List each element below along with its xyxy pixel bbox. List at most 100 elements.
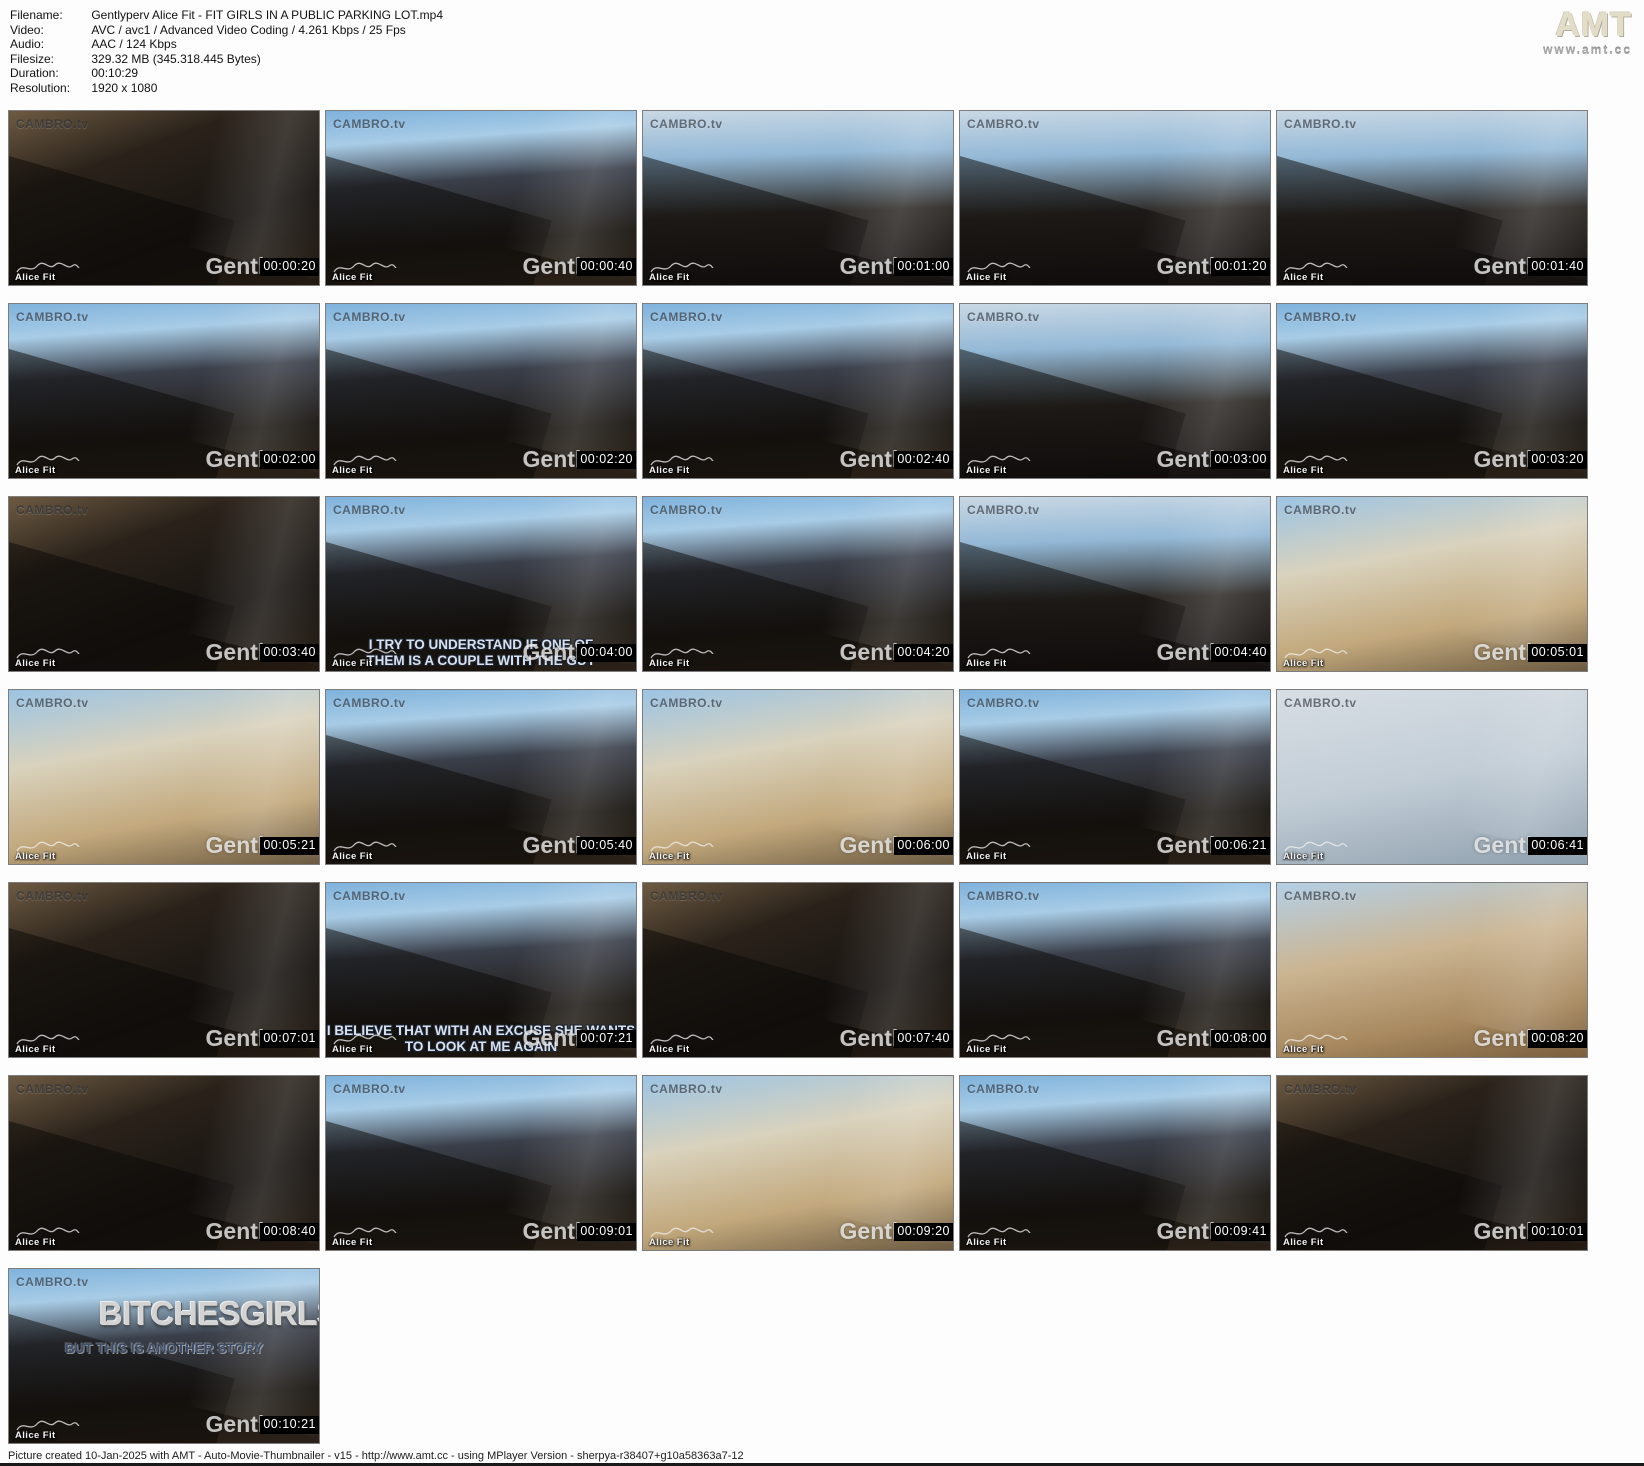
metadata-row: Filename: Gentlyperv Alice Fit - FIT GIR… [10,8,443,23]
signature: Alice Fit [649,1226,715,1248]
video-thumbnail: CAMBRO.tv Alice Fit Gentl 00:09:41 [959,1075,1271,1251]
site-banner: BITCHESGIRLS.COM [99,1295,320,1333]
channel-watermark: Gentl [1157,641,1216,664]
channel-watermark: Gentl [206,1413,265,1436]
channel-watermark: Gentl [840,641,899,664]
watermark-timestamp-row: Gentl 00:10:21 [206,1413,319,1436]
video-thumbnail: CAMBRO.tv Alice Fit Gentl 00:03:00 [959,303,1271,479]
signature: Alice Fit [966,1226,1032,1248]
amt-logo-title: AMT [1543,8,1632,42]
video-thumbnail: CAMBRO.tv Alice Fit Gentl 00:09:01 [325,1075,637,1251]
timestamp-badge: 00:01:00 [894,258,953,276]
signature-scribble-icon [332,454,398,468]
timestamp-badge: 00:04:00 [577,644,636,662]
signature: Alice Fit [332,261,398,283]
timestamp-badge: 00:07:40 [894,1030,953,1048]
video-thumbnail: CAMBRO.tv Alice Fit Gentl 00:08:20 [1276,882,1588,1058]
subtitle-line: BUT THIS IS ANOTHER STORY [9,1341,319,1357]
signature: Alice Fit [966,454,1032,476]
signature-scribble-icon [966,1033,1032,1047]
signature-scribble-icon [1283,454,1349,468]
channel-watermark: Gentl [1474,641,1533,664]
signature-scribble-icon [15,647,81,661]
channel-watermark: Gentl [840,448,899,471]
timestamp-badge: 00:09:01 [577,1223,636,1241]
signature: Alice Fit [15,1033,81,1055]
channel-watermark: Gentl [523,448,582,471]
signature-scribble-icon [1283,261,1349,275]
thumbnail-grid: CAMBRO.tv Alice Fit Gentl 00:00:20 CAMBR… [8,110,1588,1444]
site-watermark: CAMBRO.tv [16,1275,89,1289]
channel-watermark: Gentl [523,641,582,664]
signature: Alice Fit [649,261,715,283]
timestamp-badge: 00:03:20 [1528,451,1587,469]
subtitle-text: BUT THIS IS ANOTHER STORY [9,1341,319,1357]
footer-credit: Picture created 10-Jan-2025 with AMT - A… [8,1450,744,1462]
video-thumbnail: CAMBRO.tv Alice Fit Gentl 00:02:20 [325,303,637,479]
metadata-row: Filesize: 329.32 MB (345.318.445 Bytes) [10,52,443,67]
filesize-value: 329.32 MB (345.318.445 Bytes) [91,52,260,67]
signature: Alice Fit [332,454,398,476]
signature-scribble-icon [649,647,715,661]
signature: Alice Fit [15,840,81,862]
watermark-timestamp-row: Gentl 00:00:40 [523,255,636,278]
channel-watermark: Gentl [1157,1027,1216,1050]
timestamp-badge: 00:05:40 [577,837,636,855]
channel-watermark: Gentl [523,255,582,278]
signature: Alice Fit [332,647,398,669]
signature: Alice Fit [15,647,81,669]
site-watermark: CAMBRO.tv [333,696,406,710]
video-thumbnail: CAMBRO.tv Alice Fit Gentl 00:06:00 [642,689,954,865]
timestamp-badge: 00:06:00 [894,837,953,855]
signature-scribble-icon [1283,647,1349,661]
signature: Alice Fit [1283,840,1349,862]
site-watermark: CAMBRO.tv [1284,117,1357,131]
watermark-timestamp-row: Gentl 00:01:40 [1474,255,1587,278]
site-watermark: CAMBRO.tv [16,117,89,131]
timestamp-badge: 00:04:40 [1211,644,1270,662]
watermark-timestamp-row: Gentl 00:03:40 [206,641,319,664]
signature-scribble-icon [15,1419,81,1433]
signature-scribble-icon [649,1226,715,1240]
signature-scribble-icon [966,454,1032,468]
watermark-timestamp-row: Gentl 00:02:40 [840,448,953,471]
metadata-label: Duration: [10,66,88,81]
signature-scribble-icon [15,1226,81,1240]
channel-watermark: Gentl [1157,255,1216,278]
timestamp-badge: 00:02:20 [577,451,636,469]
video-thumbnail: CAMBRO.tv Alice Fit Gentl 00:01:40 [1276,110,1588,286]
channel-watermark: Gentl [1474,448,1533,471]
video-thumbnail: CAMBRO.tv Alice Fit Gentl 00:02:40 [642,303,954,479]
channel-watermark: Gentl [523,834,582,857]
signature-scribble-icon [966,840,1032,854]
signature-scribble-icon [966,647,1032,661]
site-watermark: CAMBRO.tv [650,310,723,324]
channel-watermark: Gentl [206,1220,265,1243]
channel-watermark: Gentl [206,1027,265,1050]
video-thumbnail: CAMBRO.tv Alice Fit Gentl 00:09:20 [642,1075,954,1251]
site-watermark: CAMBRO.tv [650,1082,723,1096]
signature-scribble-icon [1283,1226,1349,1240]
channel-watermark: Gentl [1474,255,1533,278]
signature: Alice Fit [1283,1226,1349,1248]
timestamp-badge: 00:09:20 [894,1223,953,1241]
channel-watermark: Gentl [840,255,899,278]
watermark-timestamp-row: Gentl 00:01:20 [1157,255,1270,278]
watermark-timestamp-row: Gentl 00:04:40 [1157,641,1270,664]
site-watermark: CAMBRO.tv [333,310,406,324]
video-thumbnail: CAMBRO.tv Alice Fit Gentl 00:05:21 [8,689,320,865]
amt-logo-url: www.amt.cc [1543,44,1632,56]
channel-watermark: Gentl [1157,1220,1216,1243]
channel-watermark: Gentl [1474,1027,1533,1050]
video-thumbnail: CAMBRO.tv Alice Fit Gentl 00:08:00 [959,882,1271,1058]
site-watermark: CAMBRO.tv [650,503,723,517]
watermark-timestamp-row: Gentl 00:07:01 [206,1027,319,1050]
watermark-timestamp-row: Gentl 00:09:41 [1157,1220,1270,1243]
timestamp-badge: 00:02:00 [260,451,319,469]
timestamp-badge: 00:06:21 [1211,837,1270,855]
video-thumbnail: CAMBRO.tv Alice Fit Gentl 00:06:41 [1276,689,1588,865]
video-thumbnail: CAMBRO.tv Alice Fit Gentl 00:06:21 [959,689,1271,865]
video-thumbnail: CAMBRO.tv Alice Fit Gentl 00:08:40 [8,1075,320,1251]
metadata-row: Video: AVC / avc1 / Advanced Video Codin… [10,23,443,38]
site-watermark: CAMBRO.tv [1284,696,1357,710]
